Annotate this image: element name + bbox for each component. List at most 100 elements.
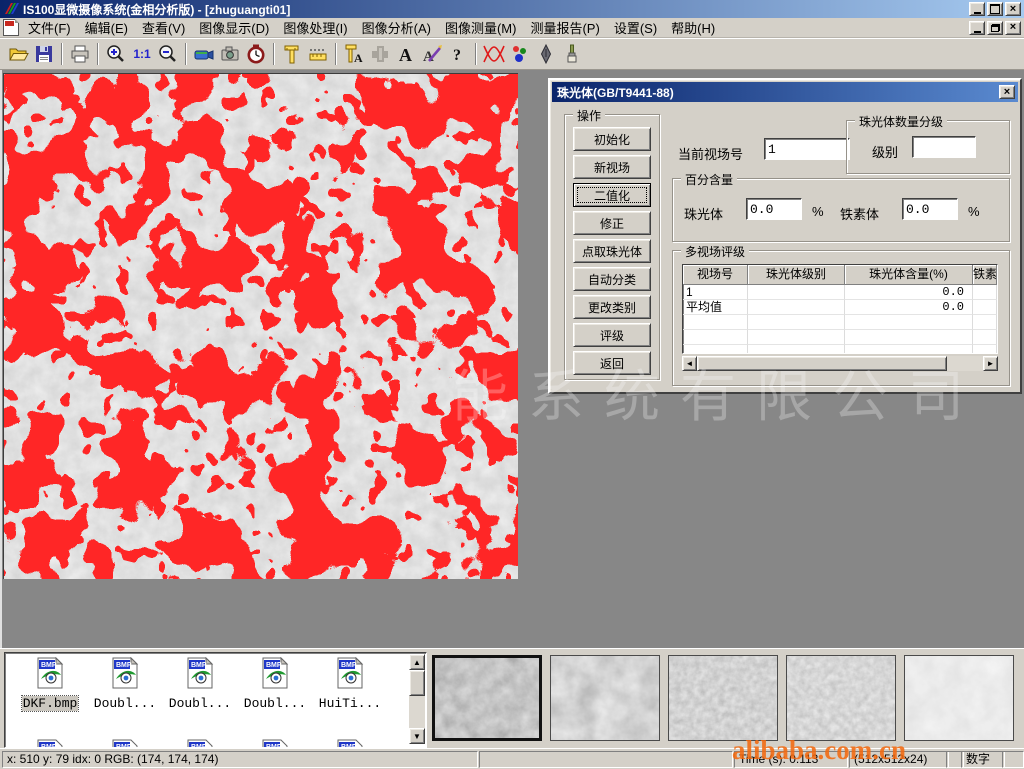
file-name[interactable]: DKF.bmp [22,696,79,711]
status-resize-grip[interactable] [1002,751,1024,768]
maximize-button[interactable] [987,2,1003,16]
change-class-button[interactable]: 更改类别 [573,295,651,319]
file-item[interactable]: BMP Doubl... [88,657,162,712]
file-item[interactable]: BMP [313,739,387,748]
svg-text:BMP: BMP [266,662,282,669]
multi-field-table[interactable]: 视场号 珠光体级别 珠光体含量(%) 铁素体 1 0.0 平均值 [682,264,998,354]
file-name[interactable]: HuiTi... [318,696,382,711]
file-item[interactable]: BMP Doubl... [238,657,312,712]
pearlite-percent-input[interactable] [746,198,802,220]
file-item[interactable]: BMP [88,739,162,748]
minimize-button[interactable] [969,2,985,16]
menu-settings[interactable]: 设置(S) [607,16,664,39]
ruler-icon[interactable] [305,41,331,67]
thumbnail-1[interactable] [432,655,542,741]
annotate-icon[interactable]: A [419,41,445,67]
child-restore-button[interactable] [987,21,1003,35]
ferrite-percent-input[interactable] [902,198,958,220]
scroll-down-icon[interactable]: ▼ [409,728,425,744]
file-name[interactable]: Doubl... [243,696,307,711]
binarize-button[interactable]: 二值化 [573,183,651,207]
dialog-close-button[interactable]: × [999,85,1015,99]
file-list-vscrollbar[interactable]: ▲ ▼ [409,654,425,744]
file-item[interactable]: BMP DKF.bmp [13,657,87,712]
file-item[interactable]: BMP [238,739,312,748]
help-icon[interactable]: ? [445,41,471,67]
grade-button[interactable]: 评级 [573,323,651,347]
close-button[interactable]: × [1005,2,1021,16]
scroll-up-icon[interactable]: ▲ [409,654,425,670]
table-row-empty [683,345,997,354]
measure-text-icon[interactable]: A [341,41,367,67]
menu-help[interactable]: 帮助(H) [664,16,722,39]
file-item[interactable]: BMP HuiTi... [313,657,387,712]
current-field-input[interactable] [764,138,850,160]
return-button[interactable]: 返回 [573,351,651,375]
brush-icon[interactable] [559,41,585,67]
child-minimize-button[interactable] [969,21,985,35]
menu-file[interactable]: 文件(F) [21,16,78,39]
spline-curve-icon[interactable] [481,41,507,67]
open-icon[interactable] [5,41,31,67]
print-icon[interactable] [67,41,93,67]
zoom-in-icon[interactable] [103,41,129,67]
toolbar-separator [97,43,99,65]
thumbnail-5[interactable] [904,655,1014,741]
pen-icon[interactable] [533,41,559,67]
table-row[interactable]: 1 0.0 [683,285,997,300]
document-icon[interactable] [3,19,19,36]
scroll-thumb[interactable] [409,670,425,696]
auto-classify-button[interactable]: 自动分类 [573,267,651,291]
menu-image-analysis[interactable]: 图像分析(A) [355,16,438,39]
level-input[interactable] [912,136,976,158]
scroll-right-icon[interactable]: ► [983,356,998,371]
file-name[interactable]: Doubl... [93,696,157,711]
file-item[interactable]: BMP [163,739,237,748]
col-field-number[interactable]: 视场号 [683,265,748,285]
timer-icon[interactable] [243,41,269,67]
status-image-size: (512x512x24) [849,751,949,768]
col-ferrite[interactable]: 铁素体 [973,265,997,285]
menu-measure-report[interactable]: 测量报告(P) [523,16,606,39]
table-row[interactable]: 平均值 0.0 [683,300,997,315]
scroll-thumb[interactable] [697,356,947,371]
merge-region-icon[interactable] [367,41,393,67]
menu-image-display[interactable]: 图像显示(D) [192,16,276,39]
pearlite-dialog: 珠光体(GB/T9441-88) × 操作 初始化 新视场 二值化 修正 点取珠… [548,78,1022,394]
text-icon[interactable]: A [393,41,419,67]
correct-button[interactable]: 修正 [573,211,651,235]
menu-image-measure[interactable]: 图像测量(M) [438,16,524,39]
caliper-icon[interactable] [279,41,305,67]
toolbar-separator [61,43,63,65]
file-name[interactable]: Doubl... [168,696,232,711]
table-hscrollbar[interactable]: ◄ ► [682,356,998,371]
video-camera-icon[interactable] [191,41,217,67]
menu-view[interactable]: 查看(V) [135,16,192,39]
file-panel: BMP DKF.bmp BMP Doubl... [0,648,1024,749]
zoom-out-icon[interactable] [155,41,181,67]
thumbnail-2[interactable] [550,655,660,741]
initialize-button[interactable]: 初始化 [573,127,651,151]
file-item[interactable]: BMP Doubl... [163,657,237,712]
dialog-title-bar[interactable]: 珠光体(GB/T9441-88) × [552,82,1018,102]
file-item[interactable]: BMP [13,739,87,748]
menu-edit[interactable]: 编辑(E) [78,16,135,39]
col-pearlite-content[interactable]: 珠光体含量(%) [845,265,973,285]
file-listbox[interactable]: BMP DKF.bmp BMP Doubl... [4,652,427,748]
actual-size-icon[interactable]: 1:1 [129,41,155,67]
menu-image-processing[interactable]: 图像处理(I) [276,16,354,39]
new-field-button[interactable]: 新视场 [573,155,651,179]
markers-icon[interactable] [507,41,533,67]
cell-ferrite [973,285,997,300]
thumbnail-3[interactable] [668,655,778,741]
child-close-button[interactable]: × [1005,21,1021,35]
thumbnail-4[interactable] [786,655,896,741]
save-icon[interactable] [31,41,57,67]
camera-icon[interactable] [217,41,243,67]
col-pearlite-level[interactable]: 珠光体级别 [748,265,845,285]
pick-pearlite-button[interactable]: 点取珠光体 [573,239,651,263]
metallographic-image[interactable] [3,73,518,579]
scroll-left-icon[interactable]: ◄ [682,356,697,371]
workspace: 珠光体(GB/T9441-88) × 操作 初始化 新视场 二值化 修正 点取珠… [0,70,1024,648]
operation-group: 操作 初始化 新视场 二值化 修正 点取珠光体 自动分类 更改类别 评级 返回 [564,114,660,380]
